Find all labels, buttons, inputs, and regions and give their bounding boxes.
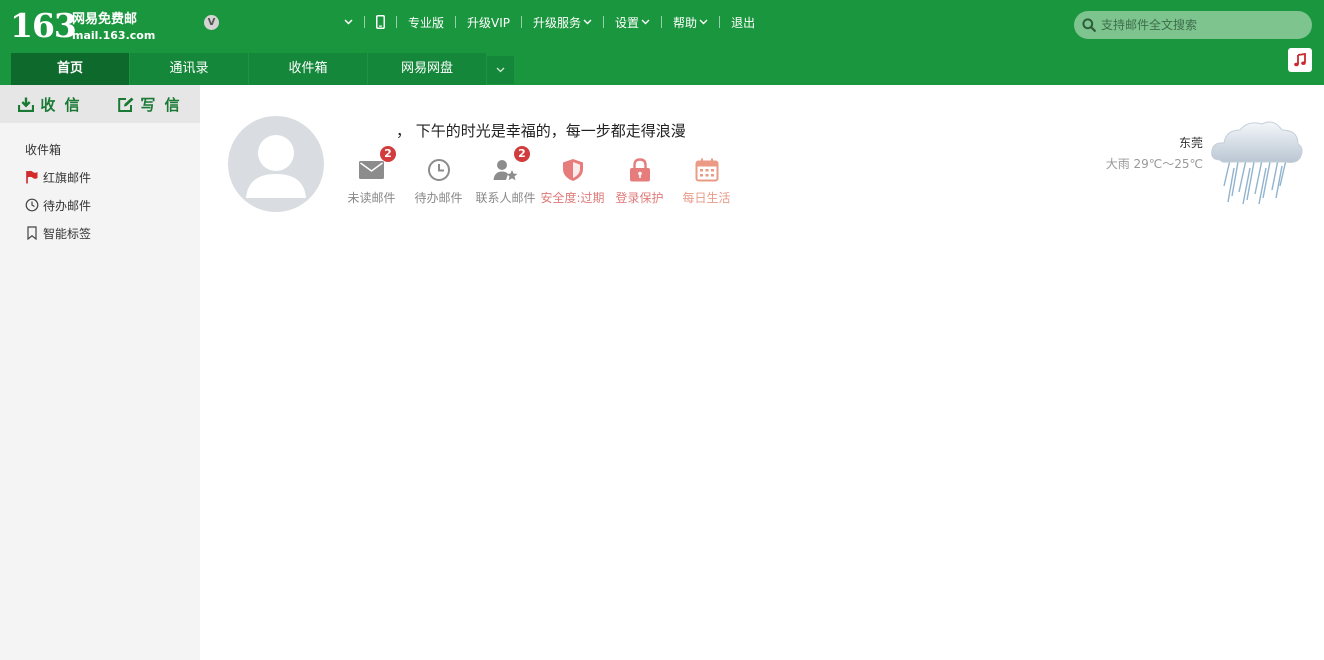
bookmark-icon bbox=[27, 226, 37, 240]
shortcut-daily-life[interactable]: 每日生活 bbox=[673, 156, 740, 206]
help-label: 帮助 bbox=[673, 15, 698, 30]
logo-domain: mail.163.com bbox=[72, 29, 156, 42]
compose-icon bbox=[118, 97, 134, 112]
weather-city[interactable]: 东莞 bbox=[1150, 134, 1203, 151]
sidebar: 收 信 写 信 收件箱 红旗邮件 待办邮件 智能标签 bbox=[0, 85, 200, 660]
divider bbox=[364, 16, 365, 28]
logo-name: 网易免费邮 bbox=[72, 12, 138, 27]
sidebar-actions: 收 信 写 信 bbox=[0, 85, 200, 123]
music-button[interactable] bbox=[1288, 48, 1312, 72]
divider bbox=[455, 16, 457, 28]
chevron-down-icon bbox=[583, 19, 592, 25]
unread-count-badge: 2 bbox=[380, 146, 396, 162]
settings-label: 设置 bbox=[615, 15, 640, 30]
shortcut-login-protection[interactable]: 登录保护 bbox=[606, 156, 673, 206]
calendar-icon bbox=[695, 158, 718, 182]
vip-icon[interactable]: V bbox=[204, 15, 219, 30]
lock-icon bbox=[629, 158, 650, 182]
main-tabs: 首页 通讯录 收件箱 网易网盘 bbox=[11, 53, 514, 85]
top-bar: 163 网易免费邮 mail.163.com V 专业版 升级VIP 升级服务 … bbox=[0, 0, 1324, 85]
shortcut-label: 未读邮件 bbox=[347, 191, 396, 205]
envelope-icon bbox=[359, 161, 384, 179]
folder-inbox[interactable]: 收件箱 bbox=[0, 135, 200, 163]
mobile-phone-icon bbox=[376, 15, 385, 29]
mobile-button[interactable] bbox=[376, 15, 385, 29]
top-nav: 专业版 升级VIP 升级服务 设置 帮助 退出 bbox=[344, 13, 755, 31]
shortcut-label: 安全度:过期 bbox=[540, 191, 605, 205]
divider bbox=[396, 16, 397, 28]
chevron-down-icon bbox=[699, 19, 708, 25]
shortcut-contact-mail[interactable]: 2 联系人邮件 bbox=[472, 146, 539, 206]
tab-home[interactable]: 首页 bbox=[11, 53, 129, 85]
folder-list: 收件箱 红旗邮件 待办邮件 智能标签 bbox=[0, 123, 200, 247]
search-icon bbox=[1082, 18, 1096, 32]
chevron-down-icon bbox=[344, 19, 353, 25]
user-silhouette-icon bbox=[246, 135, 306, 198]
shortcut-label: 每日生活 bbox=[682, 191, 731, 205]
shortcut-bar: 2 未读邮件 待办邮件 2 联系人邮件 安全度:过期 登录保护 每日生活 bbox=[338, 146, 740, 206]
settings-menu[interactable]: 设置 bbox=[615, 14, 650, 31]
heavy-rain-cloud-icon bbox=[1208, 116, 1306, 206]
account-dropdown[interactable] bbox=[344, 19, 353, 25]
divider bbox=[719, 16, 721, 28]
tab-contacts[interactable]: 通讯录 bbox=[130, 53, 248, 85]
divider bbox=[603, 16, 605, 28]
avatar[interactable] bbox=[228, 116, 324, 212]
upgrade-service-label: 升级服务 bbox=[533, 15, 582, 30]
divider bbox=[661, 16, 663, 28]
receive-mail-label: 收 信 bbox=[40, 95, 82, 114]
tab-netdisk[interactable]: 网易网盘 bbox=[368, 53, 486, 85]
tab-inbox[interactable]: 收件箱 bbox=[249, 53, 367, 85]
upgrade-service-menu[interactable]: 升级服务 bbox=[533, 14, 592, 31]
shortcut-label: 登录保护 bbox=[615, 191, 664, 205]
compose-label: 写 信 bbox=[140, 95, 182, 114]
logout-link[interactable]: 退出 bbox=[731, 14, 755, 31]
search-input[interactable] bbox=[1101, 18, 1301, 32]
folder-label: 红旗邮件 bbox=[43, 170, 92, 185]
logo-number: 163 bbox=[10, 6, 77, 45]
folder-label: 智能标签 bbox=[43, 226, 92, 241]
divider bbox=[521, 16, 523, 28]
greeting-text: ， 下午的时光是幸福的，每一步都走得浪漫 bbox=[396, 122, 686, 140]
receive-mail-button[interactable]: 收 信 bbox=[0, 85, 100, 123]
search-box bbox=[1074, 11, 1312, 39]
shield-icon bbox=[562, 159, 583, 181]
inbox-download-icon bbox=[18, 97, 35, 112]
shortcut-label: 待办邮件 bbox=[414, 191, 463, 205]
folder-smart-tags[interactable]: 智能标签 bbox=[0, 219, 200, 247]
tabs-more-button[interactable] bbox=[487, 56, 514, 84]
folder-todo[interactable]: 待办邮件 bbox=[0, 191, 200, 219]
compose-button[interactable]: 写 信 bbox=[100, 85, 200, 123]
red-flag-icon bbox=[26, 170, 38, 184]
shortcut-security-level[interactable]: 安全度:过期 bbox=[539, 156, 606, 206]
weather-temperature: 大雨 29℃～25℃ bbox=[1105, 157, 1203, 171]
music-note-icon bbox=[1294, 53, 1306, 67]
contact-count-badge: 2 bbox=[514, 146, 530, 162]
pro-link[interactable]: 专业版 bbox=[408, 14, 444, 31]
chevron-down-icon bbox=[641, 19, 650, 25]
chevron-down-icon bbox=[496, 67, 505, 73]
help-menu[interactable]: 帮助 bbox=[673, 14, 708, 31]
clock-icon bbox=[25, 198, 39, 212]
folder-label: 收件箱 bbox=[25, 142, 62, 157]
clock-icon bbox=[427, 159, 450, 181]
shortcut-unread-mail[interactable]: 2 未读邮件 bbox=[338, 146, 405, 206]
contact-star-icon bbox=[493, 160, 517, 181]
shortcut-todo-mail[interactable]: 待办邮件 bbox=[405, 156, 472, 206]
folder-label: 待办邮件 bbox=[43, 198, 92, 213]
upgrade-vip-link[interactable]: 升级VIP bbox=[467, 14, 510, 31]
folder-flagged[interactable]: 红旗邮件 bbox=[0, 163, 200, 191]
shortcut-label: 联系人邮件 bbox=[475, 191, 536, 205]
